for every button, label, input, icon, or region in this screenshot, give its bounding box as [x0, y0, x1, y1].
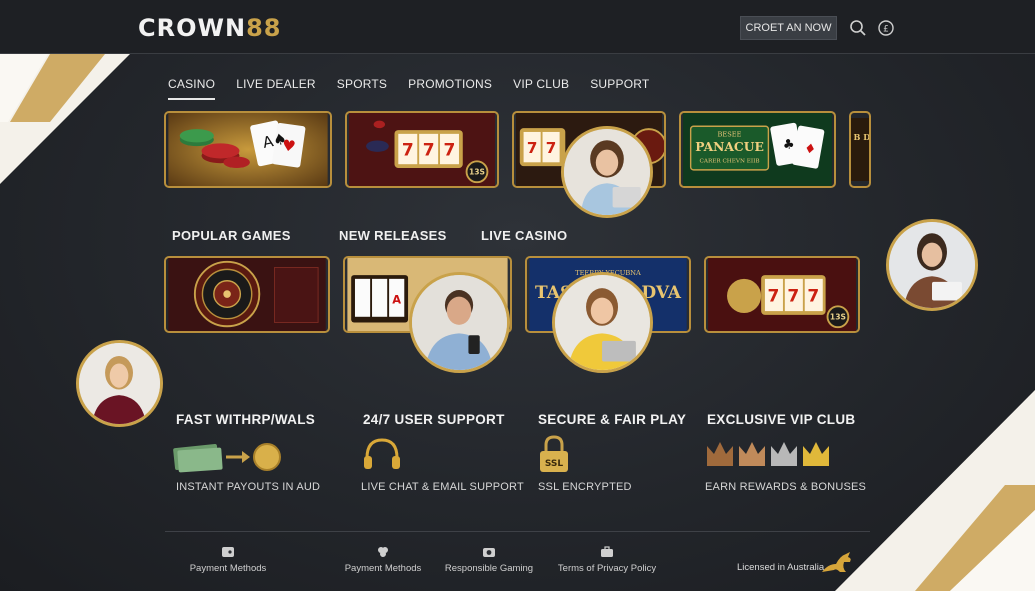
main-nav: CASINO LIVE DEALER SPORTS PROMOTIONS VIP…	[168, 77, 670, 100]
logo-number: 88	[246, 14, 282, 42]
footer-payment-methods-1-label: Payment Methods	[189, 563, 267, 574]
svg-text:CARER CHEVN EIIB: CARER CHEVN EIIB	[700, 158, 760, 164]
crowns-icon	[707, 442, 829, 466]
nav-item-support[interactable]: SUPPORT	[590, 77, 649, 100]
feature-title-secure: SECURE & FAIR PLAY	[538, 412, 687, 427]
woman-left-photo	[79, 343, 160, 424]
svg-text:B DN: B DN	[853, 132, 869, 142]
cash-coin-icon	[173, 443, 281, 473]
nav-item-sports[interactable]: SPORTS	[337, 77, 387, 100]
dealer-avatar-woman-left[interactable]	[76, 340, 163, 427]
svg-text:13S: 13S	[469, 168, 485, 177]
feature-title-vip: EXCLUSIVE VIP CLUB	[707, 412, 856, 427]
feature-subtitle-secure: SSL ENCRYPTED	[538, 481, 632, 493]
roulette-image	[168, 258, 326, 331]
game-tile-cards-chips[interactable]: A♠ ♥	[164, 111, 332, 188]
woman-right-photo	[889, 222, 975, 308]
dealer-avatar-woman-yellow[interactable]	[552, 272, 653, 373]
section-live-casino[interactable]: LIVE CASINO	[481, 228, 567, 243]
footer-payment-methods-2-label: Payment Methods	[344, 563, 422, 574]
briefcase-icon	[601, 546, 613, 557]
nav-item-casino[interactable]: CASINO	[168, 77, 216, 100]
decorative-stripe-top-left	[0, 54, 130, 184]
game-tile-slot-chips[interactable]: 7 7 7 13S	[345, 111, 499, 188]
card-board-image: BESEE PANACUE CARER CHEVN EIIB ♣ ♦	[683, 113, 832, 186]
footer-divider	[165, 531, 870, 532]
svg-text:BESEE: BESEE	[718, 131, 742, 139]
section-new-releases[interactable]: NEW RELEASES	[339, 228, 447, 243]
nav-item-promotions[interactable]: PROMOTIONS	[408, 77, 492, 100]
game-tile-card-board[interactable]: BESEE PANACUE CARER CHEVN EIIB ♣ ♦	[679, 111, 836, 188]
svg-text:£: £	[883, 25, 889, 35]
slot-chips-image: 7 7 7 13S	[349, 113, 495, 186]
clover-icon	[378, 547, 388, 557]
svg-text:♥: ♥	[281, 136, 297, 156]
dealer-avatar-woman-laptop[interactable]	[561, 126, 653, 218]
feature-subtitle-support: LIVE CHAT & EMAIL SUPPORT	[361, 481, 524, 493]
nav-item-vip-club[interactable]: VIP CLUB	[513, 77, 569, 100]
headset-icon	[364, 438, 400, 469]
logo-text: CROWN	[138, 14, 247, 42]
search-icon[interactable]	[849, 19, 867, 37]
dealer-avatar-woman-right[interactable]	[886, 219, 978, 311]
slot-777-image: 7 7 7 13S	[708, 258, 856, 331]
feature-subtitle-withdrawals: INSTANT PAYOUTS IN AUD	[176, 481, 321, 493]
svg-text:7: 7	[807, 287, 819, 307]
svg-text:7: 7	[546, 139, 557, 157]
svg-text:13S: 13S	[830, 313, 846, 322]
cards-chips-image: A♠ ♥	[168, 113, 328, 186]
feature-title-support: 24/7 USER SUPPORT	[363, 412, 505, 427]
svg-text:A: A	[392, 293, 401, 307]
footer-terms-privacy[interactable]: Terms of Privacy Policy	[557, 545, 657, 574]
licensed-text: Licensed in Australia	[737, 562, 825, 573]
feature-title-withdrawals: FAST WITHRP/WALS	[176, 412, 316, 427]
logo[interactable]: CROWN88	[138, 14, 281, 42]
section-popular-games[interactable]: POPULAR GAMES	[172, 228, 291, 243]
game-tile-roulette[interactable]	[164, 256, 330, 333]
partial-tile-image: B DN	[851, 118, 869, 181]
svg-text:7: 7	[423, 141, 435, 161]
game-tile-partial[interactable]: B DN	[849, 111, 871, 188]
svg-text:7: 7	[402, 141, 414, 161]
game-tile-slot-777[interactable]: 7 7 7 13S	[704, 256, 860, 333]
feature-subtitle-vip: EARN REWARDS & BONUSES	[705, 481, 867, 493]
woman-yellow-photo	[555, 275, 650, 370]
camera-icon	[483, 548, 495, 557]
create-account-button[interactable]: CROET AN NOW	[740, 16, 837, 40]
kangaroo-icon	[822, 552, 851, 572]
svg-text:7: 7	[444, 141, 456, 161]
ssl-lock-icon: SSL	[540, 435, 568, 472]
svg-text:7: 7	[787, 287, 799, 307]
footer-payment-methods-1[interactable]: Payment Methods	[188, 545, 268, 574]
svg-text:7: 7	[527, 139, 538, 157]
footer-terms-privacy-label: Terms of Privacy Policy	[557, 563, 657, 574]
wallet-icon	[222, 547, 234, 557]
footer-responsible-gaming-label: Responsible Gaming	[444, 563, 534, 574]
coin-icon[interactable]: £	[877, 19, 895, 37]
nav-item-live-dealer[interactable]: LIVE DEALER	[236, 77, 316, 100]
woman-laptop-photo	[564, 129, 650, 215]
dealer-avatar-man-phone[interactable]	[409, 272, 510, 373]
footer-responsible-gaming[interactable]: Responsible Gaming	[444, 545, 534, 574]
svg-text:PANACUE: PANACUE	[695, 139, 764, 154]
footer-payment-methods-2[interactable]: Payment Methods	[343, 545, 423, 574]
svg-text:7: 7	[768, 287, 780, 307]
svg-text:SSL: SSL	[545, 459, 564, 469]
man-phone-photo	[412, 275, 507, 370]
header: CROWN88 CROET AN NOW £	[0, 0, 1035, 54]
